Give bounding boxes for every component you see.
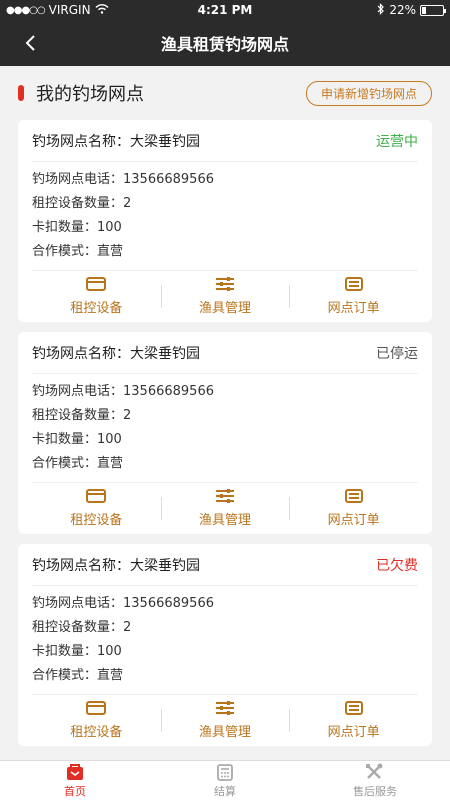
device-icon	[86, 701, 107, 715]
signal-icon: ●●●○○	[6, 4, 46, 16]
site-orders-button[interactable]: 网点订单	[289, 277, 418, 316]
cooperation-mode: 合作模式：直营	[32, 668, 124, 683]
section-title: 我的钓场网点	[36, 84, 144, 105]
action-label: 渔具管理	[199, 725, 252, 740]
cooperation-mode: 合作模式：直营	[32, 456, 124, 471]
page-title: 渔具租赁钓场网点	[160, 35, 289, 54]
gear-management-button[interactable]: 渔具管理	[160, 277, 290, 316]
tab-label: 结算	[214, 784, 236, 798]
calculator-icon	[217, 763, 233, 781]
action-label: 渔具管理	[199, 513, 252, 528]
site-phone: 钓场网点电话：13566689566	[32, 596, 214, 611]
order-list-icon	[344, 277, 363, 291]
section-header: 我的钓场网点 申请新增钓场网点	[0, 66, 450, 120]
tab-home[interactable]: 首页	[0, 761, 150, 800]
site-list: 钓场网点名称：大梁垂钓园 运营中 钓场网点电话：13566689566 租控设备…	[0, 120, 450, 746]
battery-icon	[420, 4, 446, 16]
site-card[interactable]: 钓场网点名称：大梁垂钓园 已欠费 钓场网点电话：13566689566 租控设备…	[18, 544, 432, 746]
apply-new-site-button[interactable]: 申请新增钓场网点	[305, 80, 432, 106]
section-marker	[18, 85, 24, 101]
tab-label: 首页	[64, 784, 86, 798]
home-bag-icon	[67, 763, 83, 780]
site-phone: 钓场网点电话：13566689566	[32, 172, 214, 187]
action-label: 网点订单	[327, 513, 380, 528]
rental-devices-button[interactable]: 租控设备	[32, 489, 161, 528]
device-icon	[86, 489, 107, 503]
gear-management-button[interactable]: 渔具管理	[160, 489, 290, 528]
action-label: 租控设备	[70, 301, 123, 316]
site-orders-button[interactable]: 网点订单	[289, 489, 418, 528]
sliders-icon	[216, 277, 234, 291]
action-label: 租控设备	[70, 725, 123, 740]
site-name: 钓场网点名称：大梁垂钓园	[32, 133, 200, 150]
bottom-tab-bar: 首页 结算 售后服务	[0, 760, 450, 800]
action-label: 网点订单	[327, 301, 380, 316]
site-name: 钓场网点名称：大梁垂钓园	[32, 557, 200, 574]
chevron-left-icon	[25, 35, 35, 51]
status-bar: ●●●○○ VIRGIN 4:21 PM 22%	[0, 0, 450, 20]
navigation-bar: 渔具租赁钓场网点	[0, 20, 450, 66]
site-card[interactable]: 钓场网点名称：大梁垂钓园 已停运 钓场网点电话：13566689566 租控设备…	[18, 332, 432, 534]
device-count: 租控设备数量：2	[32, 620, 132, 635]
tab-after-sales[interactable]: 售后服务	[300, 761, 450, 800]
site-name: 钓场网点名称：大梁垂钓园	[32, 345, 200, 362]
sliders-icon	[216, 489, 234, 503]
site-orders-button[interactable]: 网点订单	[289, 701, 418, 740]
bluetooth-icon	[377, 2, 385, 18]
buckle-count: 卡扣数量：100	[32, 644, 122, 659]
status-badge: 运营中	[376, 133, 418, 150]
tab-label: 售后服务	[353, 784, 397, 798]
buckle-count: 卡扣数量：100	[32, 432, 122, 447]
battery-percent: 22%	[389, 3, 416, 17]
device-icon	[86, 277, 107, 291]
order-list-icon	[344, 489, 363, 503]
device-count: 租控设备数量：2	[32, 408, 132, 423]
rental-devices-button[interactable]: 租控设备	[32, 701, 161, 740]
action-label: 租控设备	[70, 513, 123, 528]
cooperation-mode: 合作模式：直营	[32, 244, 124, 259]
status-badge: 已欠费	[376, 557, 418, 574]
wifi-icon	[95, 3, 109, 17]
rental-devices-button[interactable]: 租控设备	[32, 277, 161, 316]
action-label: 渔具管理	[199, 301, 252, 316]
gear-management-button[interactable]: 渔具管理	[160, 701, 290, 740]
device-count: 租控设备数量：2	[32, 196, 132, 211]
back-button[interactable]	[18, 31, 42, 55]
status-badge: 已停运	[376, 345, 418, 362]
action-label: 网点订单	[327, 725, 380, 740]
sliders-icon	[216, 701, 234, 715]
site-card[interactable]: 钓场网点名称：大梁垂钓园 运营中 钓场网点电话：13566689566 租控设备…	[18, 120, 432, 322]
buckle-count: 卡扣数量：100	[32, 220, 122, 235]
tab-settlement[interactable]: 结算	[150, 761, 300, 800]
site-phone: 钓场网点电话：13566689566	[32, 384, 214, 399]
carrier-label: VIRGIN	[48, 3, 91, 17]
order-list-icon	[344, 701, 363, 715]
tools-icon	[366, 763, 383, 779]
